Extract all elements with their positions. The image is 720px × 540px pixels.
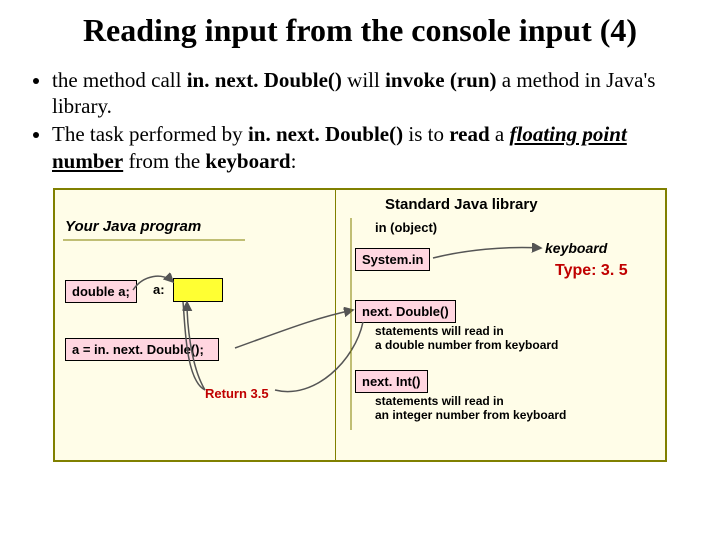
arrows	[55, 190, 665, 460]
page-title: Reading input from the console input (4)	[28, 12, 692, 49]
bullet-list: the method call in. next. Double() will …	[28, 67, 692, 174]
bullet-1: the method call in. next. Double() will …	[52, 67, 692, 120]
diagram: Your Java program Standard Java library …	[53, 188, 667, 462]
bullet-2: The task performed by in. next. Double()…	[52, 121, 692, 174]
